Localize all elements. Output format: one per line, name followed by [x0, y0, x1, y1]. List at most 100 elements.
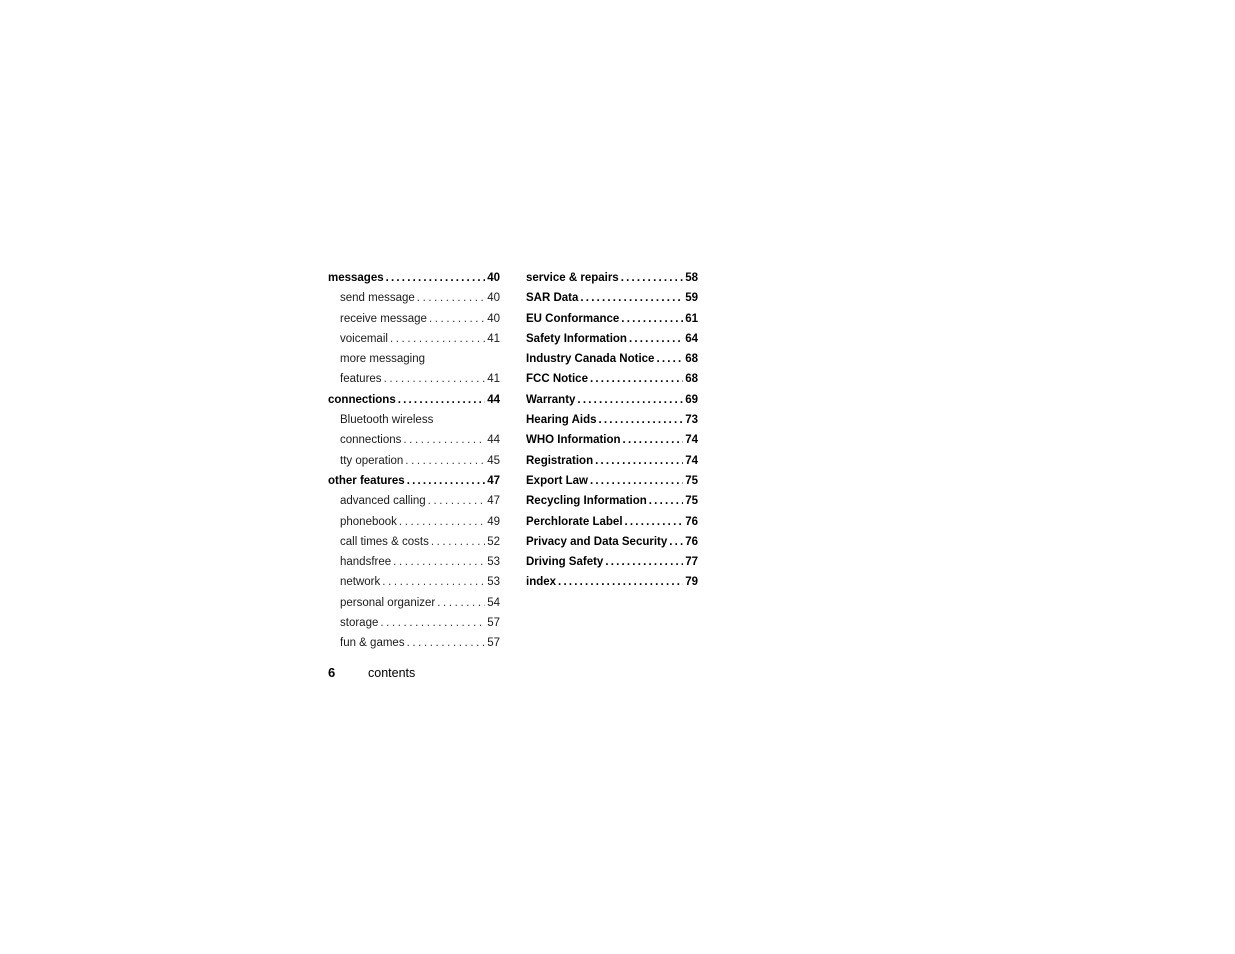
- toc-entry[interactable]: features................................…: [328, 369, 500, 389]
- toc-entry[interactable]: Safety Information......................…: [526, 329, 698, 349]
- toc-entry[interactable]: connections.............................…: [328, 430, 500, 450]
- toc-entry-page-number: 59: [685, 292, 698, 305]
- toc-entry[interactable]: WHO Information.........................…: [526, 430, 698, 450]
- toc-entry[interactable]: tty operation...........................…: [328, 451, 500, 471]
- toc-leader-dots: ........................................: [577, 393, 684, 406]
- toc-entry-label: storage: [340, 617, 379, 630]
- toc-entry-label: personal organizer: [340, 596, 436, 609]
- toc-entry[interactable]: Industry Canada Notice..................…: [526, 349, 698, 369]
- toc-entry[interactable]: Export Law..............................…: [526, 471, 698, 491]
- toc-leader-dots: ........................................: [628, 332, 683, 345]
- toc-entry[interactable]: service & repairs.......................…: [526, 268, 698, 288]
- toc-entry[interactable]: Bluetooth wireless......................…: [328, 410, 500, 430]
- toc-leader-dots: ........................................: [598, 414, 684, 427]
- toc-entry[interactable]: network.................................…: [328, 572, 500, 592]
- toc-entry-page-number: 52: [487, 535, 500, 548]
- toc-leader-dots: ........................................: [397, 393, 485, 406]
- toc-entry[interactable]: Warranty................................…: [526, 390, 698, 410]
- toc-entry-label: features: [340, 373, 382, 386]
- toc-entry-label: fun & games: [340, 637, 405, 650]
- toc-entry[interactable]: advanced calling........................…: [328, 491, 500, 511]
- toc-entry-label: tty operation: [340, 454, 404, 467]
- toc-entry[interactable]: messages................................…: [328, 268, 500, 288]
- toc-entry-page-number: 73: [685, 414, 698, 427]
- toc-entry-label: call times & costs: [340, 535, 429, 548]
- document-page: messages................................…: [0, 0, 1235, 954]
- toc-entry[interactable]: Privacy and Data Security...............…: [526, 532, 698, 552]
- toc-entry[interactable]: voicemail...............................…: [328, 329, 500, 349]
- footer-page-number: 6: [328, 665, 336, 680]
- toc-entry[interactable]: Hearing Aids............................…: [526, 410, 698, 430]
- toc-entry-label: service & repairs: [526, 272, 619, 284]
- toc-entry-page-number: 44: [487, 434, 500, 447]
- toc-leader-dots: ........................................: [437, 596, 485, 609]
- toc-entry-label: Recycling Information: [526, 495, 647, 508]
- toc-entry-label: Industry Canada Notice: [526, 353, 655, 366]
- toc-leader-dots: ........................................: [589, 373, 683, 386]
- toc-entry-label: Hearing Aids: [526, 414, 597, 427]
- toc-entry-page-number: 74: [685, 434, 698, 447]
- toc-entry-label: Registration: [526, 454, 594, 467]
- toc-entry[interactable]: Registration............................…: [526, 451, 698, 471]
- toc-leader-dots: ........................................: [427, 495, 486, 508]
- toc-entry[interactable]: handsfree...............................…: [328, 552, 500, 572]
- toc-leader-dots: ........................................: [648, 495, 683, 508]
- toc-leader-dots: ........................................: [656, 353, 684, 366]
- toc-entry-label: more messaging: [340, 353, 426, 366]
- toc-entry[interactable]: FCC Notice..............................…: [526, 369, 698, 389]
- toc-entry[interactable]: connections.............................…: [328, 390, 500, 410]
- toc-entry-page-number: 54: [487, 596, 500, 609]
- toc-entry-page-number: 74: [685, 454, 698, 467]
- toc-entry-label: connections: [328, 393, 396, 406]
- toc-entry[interactable]: receive message.........................…: [328, 309, 500, 329]
- toc-column-left: messages................................…: [328, 268, 500, 654]
- toc-entry-page-number: 64: [685, 332, 698, 345]
- toc-entry[interactable]: EU Conformance..........................…: [526, 309, 698, 329]
- toc-entry[interactable]: call times & costs......................…: [328, 532, 500, 552]
- toc-entry[interactable]: more messaging..........................…: [328, 349, 500, 369]
- toc-entry-page-number: 47: [487, 495, 500, 508]
- toc-entry-label: Driving Safety: [526, 556, 604, 569]
- toc-entry-page-number: 69: [685, 393, 698, 406]
- toc-entry-label: other features: [328, 474, 405, 487]
- toc-entry-page-number: 49: [487, 515, 500, 528]
- toc-entry-page-number: 57: [487, 637, 500, 650]
- toc-entry[interactable]: Perchlorate Label.......................…: [526, 512, 698, 532]
- toc-leader-dots: ........................................: [624, 515, 684, 528]
- toc-entry[interactable]: Recycling Information...................…: [526, 491, 698, 511]
- toc-leader-dots: ........................................: [405, 454, 485, 467]
- toc-entry[interactable]: other features..........................…: [328, 471, 500, 491]
- toc-entry-label: messages: [328, 272, 384, 284]
- toc-leader-dots: ........................................: [605, 556, 683, 569]
- toc-entry[interactable]: send message............................…: [328, 288, 500, 308]
- toc-entry[interactable]: Driving Safety..........................…: [526, 552, 698, 572]
- toc-leader-dots: ........................................: [669, 535, 683, 548]
- toc-entry-label: Perchlorate Label: [526, 515, 623, 528]
- toc-entry-label: receive message: [340, 312, 427, 325]
- toc-entry[interactable]: storage.................................…: [328, 613, 500, 633]
- toc-entry[interactable]: SAR Data................................…: [526, 288, 698, 308]
- toc-leader-dots: ........................................: [406, 637, 486, 650]
- toc-entry-page-number: 77: [685, 556, 698, 569]
- toc-entry-page-number: 40: [487, 312, 500, 325]
- toc-entry-page-number: 41: [487, 373, 500, 386]
- page-footer: 6 contents: [328, 665, 415, 680]
- toc-leader-dots: ........................................: [620, 272, 684, 284]
- toc-entry-label: voicemail: [340, 332, 388, 345]
- toc-entry[interactable]: personal organizer......................…: [328, 593, 500, 613]
- toc-entry-page-number: 76: [685, 515, 698, 528]
- toc-entry-label: send message: [340, 292, 415, 305]
- toc-entry-label: Privacy and Data Security: [526, 535, 668, 548]
- toc-leader-dots: ........................................: [383, 373, 486, 386]
- toc-entry-label: Bluetooth wireless: [340, 414, 434, 427]
- toc-entry[interactable]: index...................................…: [526, 572, 698, 592]
- toc-entry[interactable]: phonebook...............................…: [328, 512, 500, 532]
- toc-entry-label: FCC Notice: [526, 373, 588, 386]
- toc-entry-label: EU Conformance: [526, 312, 620, 325]
- toc-entry-label: WHO Information: [526, 434, 621, 447]
- toc-entry[interactable]: fun & games.............................…: [328, 633, 500, 653]
- toc-entry-label: Export Law: [526, 474, 588, 487]
- toc-entry-page-number: 41: [487, 332, 500, 345]
- toc-leader-dots: ........................................: [622, 434, 684, 447]
- toc-entry-label: Warranty: [526, 393, 576, 406]
